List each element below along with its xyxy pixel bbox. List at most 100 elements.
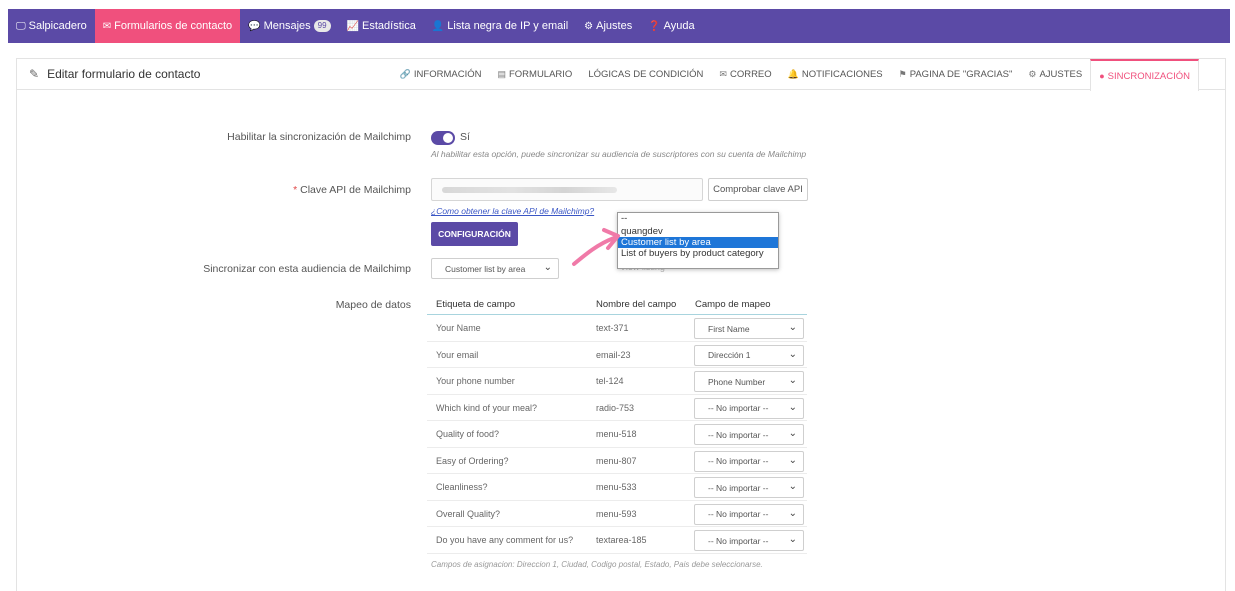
tab-label: Notificaciones (801, 69, 883, 80)
mapping-field-select[interactable]: -- No importar -- ⌄ (694, 424, 804, 445)
chevron-down-icon: ⌄ (788, 348, 797, 360)
edit-icon: ✎ (29, 67, 40, 81)
api-key-help-link[interactable]: ¿Como obtener la clave API de Mailchimp? (431, 206, 594, 216)
mapping-field-select[interactable]: -- No importar -- ⌄ (694, 530, 804, 551)
tab-ajustes[interactable]: ⚙ Ajustes (1020, 59, 1090, 90)
mapping-field-select[interactable]: -- No importar -- ⌄ (694, 503, 804, 525)
nav-item-ayuda[interactable]: ❓ Ayuda (640, 9, 702, 43)
gear-icon: ⚙ (1028, 69, 1037, 79)
tab-bar: 🔗 Información ▤ Formulario Lógicas de condic… (392, 59, 1199, 91)
mapping-field-value: Phone Number (708, 376, 766, 387)
table-row: Your phone number tel-124 Phone Number ⌄ (427, 368, 807, 395)
api-key-input[interactable] (431, 178, 703, 201)
mapping-field-select[interactable]: First Name ⌄ (694, 318, 804, 339)
chart-icon: 📈 (346, 20, 360, 32)
audience-label: Sincronizar con esta audiencia de Mailch… (203, 263, 411, 275)
field-label: Overall Quality? (436, 508, 501, 519)
table-row: Cleanliness? menu-533 -- No importar -- ⌄ (427, 474, 807, 501)
chat-icon: 💬 (248, 20, 261, 32)
dropdown-option[interactable]: -- (618, 213, 778, 226)
enable-sync-label: Habilitar la sincronización de Mailchimp (227, 131, 411, 143)
nav-item-formularios-de-contacto[interactable]: ✉ Formularios de contacto (94, 9, 241, 43)
flag-icon: ⚑ (898, 69, 907, 79)
mapping-field-select[interactable]: Dirección 1 ⌄ (694, 344, 804, 366)
question-icon: ❓ (648, 20, 661, 32)
mapping-footnote: Campos de asignacion: Direccion 1, Ciuda… (431, 560, 763, 569)
nav-item-lista-negra-de-ip-y-email[interactable]: 👤 Lista negra de IP y email (424, 9, 576, 43)
field-label: Your Name (436, 323, 481, 333)
mapping-field-value: Dirección 1 (708, 350, 751, 360)
mapping-field-value: -- No importar -- (708, 482, 769, 493)
field-name: radio-753 (596, 402, 635, 413)
page-title: ✎ Editar formulario de contacto (29, 67, 200, 81)
column-header-field-label: Etiqueta de campo (436, 299, 516, 310)
chevron-down-icon: ⌄ (788, 507, 797, 519)
enable-sync-toggle[interactable] (431, 131, 455, 145)
nav-item-label: Mensajes (263, 20, 311, 32)
mapping-field-select[interactable]: Phone Number ⌄ (694, 371, 804, 392)
tab-formulario[interactable]: ▤ Formulario (489, 59, 580, 90)
nav-item-label: Estadística (362, 20, 416, 32)
tab-correo[interactable]: ✉ Correo (711, 59, 779, 90)
table-row: Easy of Ordering? menu-807 -- No importar … (427, 448, 807, 474)
mapping-field-select[interactable]: -- No importar -- ⌄ (694, 397, 804, 419)
mapping-field-value: -- No importar -- (708, 403, 769, 413)
field-label: Quality of food? (436, 429, 500, 439)
user-block-icon: 👤 (431, 20, 445, 32)
audience-select[interactable]: Customer list by area ⌄ (431, 258, 559, 279)
check-api-key-button[interactable]: Comprobar clave API (708, 178, 808, 201)
nav-item-ajustes[interactable]: ⚙ Ajustes (576, 9, 640, 43)
chevron-down-icon: ⌄ (543, 262, 552, 273)
tab-label: Información (413, 69, 482, 80)
bell-icon: 🔔 (787, 69, 799, 79)
table-row: Your email email-23 Dirección 1 ⌄ (427, 342, 807, 368)
enable-sync-value: Sí (460, 131, 470, 143)
dropdown-option[interactable]: quangdev (618, 226, 778, 237)
mailchimp-icon: ● (1099, 71, 1105, 81)
mapping-field-value: -- No importar -- (708, 535, 769, 546)
field-label: Which kind of your meal? (436, 402, 538, 413)
dropdown-option[interactable]: Customer list by area (618, 237, 778, 248)
mapping-field-value: -- No importar -- (708, 429, 769, 440)
configuration-button[interactable]: CONFIGURACIÓN (431, 222, 518, 246)
field-name: tel-124 (596, 376, 624, 386)
dropdown-option[interactable]: List of buyers by product category (618, 248, 778, 259)
mapping-table: Etiqueta de campo Nombre del campo Campo… (427, 296, 807, 554)
nav-item-label: Ajustes (596, 20, 633, 32)
annotation-arrow-icon (572, 228, 620, 266)
tab-label: Correo (729, 69, 772, 80)
tab-informaci-n[interactable]: 🔗 Información (392, 59, 490, 90)
top-nav: 🖵 Salpicadero ✉ Formularios de contacto 💬 Men… (8, 9, 1230, 43)
field-name: menu-533 (596, 482, 637, 492)
field-label: Cleanliness? (436, 482, 488, 492)
column-header-field-name: Nombre del campo (596, 299, 677, 310)
field-name: textarea-185 (596, 535, 647, 545)
field-label: Your phone number (436, 376, 515, 386)
chevron-down-icon: ⌄ (788, 454, 797, 466)
chevron-down-icon: ⌄ (788, 375, 797, 386)
field-label: Your email (436, 349, 479, 360)
nav-item-mensajes[interactable]: 💬 Mensajes 99 (240, 9, 338, 43)
form-icon: ▤ (497, 69, 506, 79)
table-row: Which kind of your meal? radio-753 -- No i… (427, 395, 807, 421)
masked-api-key (442, 186, 617, 193)
required-marker: * (293, 184, 298, 196)
field-label: Easy of Ordering? (436, 455, 509, 466)
tab-l-gicas-de-condici-n[interactable]: Lógicas de condición (580, 59, 711, 90)
mapping-label: Mapeo de datos (335, 299, 411, 311)
tab-notificaciones[interactable]: 🔔 Notificaciones (780, 59, 891, 90)
tab-pagina-de-gracias[interactable]: ⚑ Pagina de "gracias" (891, 59, 1021, 90)
chevron-down-icon: ⌄ (788, 534, 797, 545)
audience-select-value: Customer list by area (445, 263, 526, 274)
nav-item-salpicadero[interactable]: 🖵 Salpicadero (8, 9, 95, 43)
field-name: text-371 (596, 323, 629, 333)
nav-item-label: Ayuda (663, 20, 695, 32)
field-label: Do you have any comment for us? (436, 535, 574, 545)
mapping-field-select[interactable]: -- No importar -- ⌄ (694, 450, 804, 472)
nav-item-label: Formularios de contacto (114, 20, 233, 32)
tab-label: Formulario (508, 69, 573, 80)
mapping-field-select[interactable]: -- No importar -- ⌄ (694, 477, 804, 498)
monitor-icon: 🖵 (16, 20, 26, 32)
tab-sincronizaci-n[interactable]: ● Sincronización (1090, 59, 1199, 91)
nav-item-estad-stica[interactable]: 📈 Estadística (339, 9, 424, 43)
